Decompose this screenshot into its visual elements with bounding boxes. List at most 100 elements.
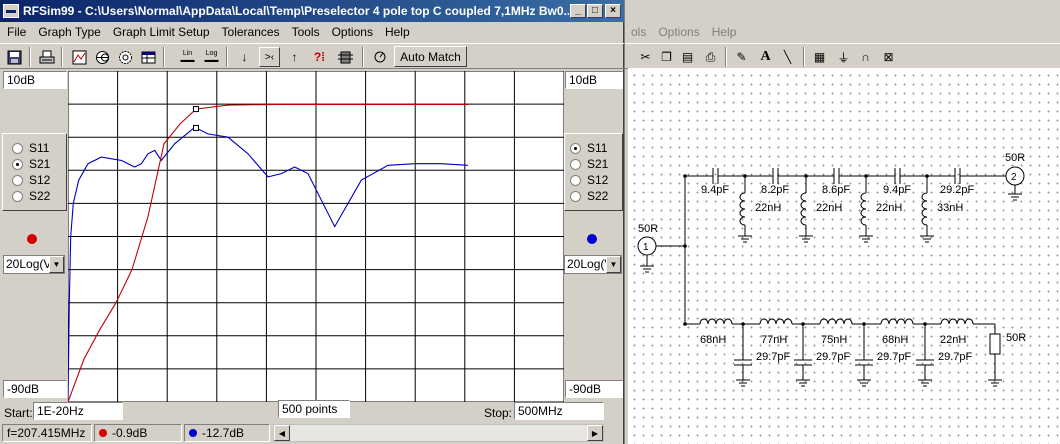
top-inductor-label: 22nH	[755, 202, 782, 214]
load-resistor-label: 50R	[1006, 332, 1027, 344]
menu-file[interactable]: File	[0, 25, 31, 39]
menu-help[interactable]: Help	[378, 25, 415, 39]
arrow-down-icon[interactable]: ↓	[234, 47, 255, 67]
right-radio-s21[interactable]: S21	[570, 157, 608, 171]
save-icon[interactable]	[4, 47, 25, 67]
port-in-label: 50R	[638, 223, 659, 235]
auto-match-button[interactable]: Auto Match	[394, 46, 467, 67]
scroll-left-icon[interactable]: ◀	[274, 425, 290, 441]
component-tool-icon[interactable]: ⊠	[878, 47, 899, 67]
minimize-button[interactable]: _	[570, 4, 586, 18]
menu-help-schematic[interactable]: Help	[706, 25, 743, 39]
cursor-marker	[193, 106, 199, 113]
menu-options-schematic[interactable]: Options	[652, 25, 705, 39]
log-scale-button[interactable]: Log ▬▬	[201, 47, 222, 67]
pen-icon[interactable]: ✎	[731, 47, 752, 67]
right-radio-s11[interactable]: S11	[570, 141, 607, 155]
stop-label: Stop:	[484, 406, 513, 420]
close-button[interactable]: ×	[605, 4, 621, 18]
right-trace-marker	[587, 234, 597, 244]
points-field[interactable]: 500 points	[278, 400, 350, 418]
series-inductor	[940, 318, 984, 325]
right-axis-bottom-field[interactable]: -90dB	[565, 380, 623, 398]
shunt-capacitor	[734, 324, 752, 387]
port-1-number: 1	[643, 242, 649, 253]
bottom-inductor-label: 68nH	[882, 334, 909, 346]
port-2-number: 2	[1011, 172, 1017, 183]
start-frequency-field[interactable]: 1E-20Hz	[33, 402, 123, 420]
shunt-inductor	[738, 176, 752, 243]
sparam-plot[interactable]	[68, 71, 564, 402]
top-inductor-label: 33nH	[937, 202, 964, 214]
right-axis-top-field[interactable]: 10dB	[565, 71, 623, 89]
status-red-readout: -0.9dB	[94, 424, 182, 442]
toolbar: Lin ▬▬ Log ▬▬ ↓ >‹ ↑ ?⁞	[0, 43, 624, 69]
left-axis-bottom-field[interactable]: -90dB	[3, 380, 67, 398]
horizontal-scrollbar[interactable]: ◀ ▶	[273, 424, 604, 442]
copy-icon[interactable]: ❐	[656, 47, 677, 67]
shunt-capacitor	[916, 324, 934, 387]
left-scale-select[interactable]: 20Log(V) ▼	[3, 255, 65, 274]
series-inductor	[759, 318, 820, 325]
shunt-inductor	[799, 176, 813, 243]
start-label: Start:	[4, 406, 33, 420]
title-bar[interactable]: RFSim99 - C:\Users\Normal\AppData\Local\…	[0, 0, 624, 22]
top-cap-label: 29.2pF	[940, 184, 975, 196]
menu-graph-type[interactable]: Graph Type	[31, 25, 105, 39]
left-radio-s21[interactable]: S21	[12, 157, 50, 171]
menu-tools[interactable]: Tools	[285, 25, 325, 39]
left-axis-top-field[interactable]: 10dB	[3, 71, 67, 89]
table-icon[interactable]	[138, 47, 159, 67]
right-sparam-group: S11 S21 S12 S22	[564, 133, 623, 211]
menu-graph-limit-setup[interactable]: Graph Limit Setup	[106, 25, 215, 39]
left-radio-s11[interactable]: S11	[12, 141, 49, 155]
bug-icon[interactable]	[335, 47, 356, 67]
polar-chart-icon[interactable]	[115, 47, 136, 67]
ground-tool-icon[interactable]: ⏚	[833, 47, 854, 67]
cursor-markers	[193, 106, 199, 131]
schematic-canvas[interactable]: 1 2 50R 50R 9.4pF 8.2pF 8.6pF 9.4pF 29.2…	[628, 68, 1060, 444]
left-radio-s22[interactable]: S22	[12, 189, 50, 203]
cursor-marker	[193, 124, 199, 131]
what-is-icon[interactable]: ?⁞	[309, 47, 330, 67]
tune-icon[interactable]	[369, 47, 390, 67]
bottom-cap-label: 29.7pF	[756, 351, 791, 363]
shunt-inductor	[920, 176, 934, 243]
shunt-capacitor	[855, 324, 873, 387]
status-bar: f=207.415MHz -0.9dB -12.7dB ◀ ▶	[0, 422, 624, 444]
right-radio-s12[interactable]: S12	[570, 173, 608, 187]
schematic-window: ols Options Help ✂ ❐ ▤ ⎙ ✎ A ╲ ▦ ⏚ ∩ ⊠ 1…	[625, 0, 1060, 444]
paste-icon[interactable]: ▤	[677, 47, 698, 67]
bottom-inductor-label: 77nH	[761, 334, 788, 346]
bottom-cap-label: 29.7pF	[938, 351, 973, 363]
status-frequency: f=207.415MHz	[2, 424, 92, 442]
top-cap-label: 8.2pF	[761, 184, 790, 196]
wire-icon[interactable]: ╲	[777, 47, 798, 67]
bottom-cap-label: 29.7pF	[816, 351, 851, 363]
coil-tool-icon[interactable]: ∩	[855, 47, 876, 67]
text-icon[interactable]: A	[755, 47, 776, 67]
print-icon[interactable]	[36, 47, 57, 67]
port-out-label: 50R	[1005, 152, 1026, 164]
maximize-button[interactable]: □	[587, 4, 603, 18]
right-scale-select[interactable]: 20Log(V) ▼	[564, 255, 622, 274]
zoom-in-icon[interactable]: >‹	[259, 47, 280, 67]
calculator-icon[interactable]: ▦	[809, 47, 830, 67]
print-icon[interactable]: ⎙	[700, 47, 721, 67]
menu-tolerances[interactable]: Tolerances	[215, 25, 285, 39]
rectangular-graph-icon[interactable]	[69, 47, 90, 67]
menu-options[interactable]: Options	[325, 25, 378, 39]
arrow-up-icon[interactable]: ↑	[284, 47, 305, 67]
scroll-right-icon[interactable]: ▶	[587, 425, 603, 441]
stop-frequency-field[interactable]: 500MHz	[514, 402, 604, 420]
smith-chart-icon[interactable]	[92, 47, 113, 67]
cut-icon[interactable]: ✂	[635, 47, 656, 67]
top-cap-label: 8.6pF	[822, 184, 851, 196]
menu-tools-partial[interactable]: ols	[625, 25, 652, 39]
lin-scale-button[interactable]: Lin ▬▬	[177, 47, 198, 67]
status-blue-readout: -12.7dB	[184, 424, 270, 442]
right-radio-s22[interactable]: S22	[570, 189, 608, 203]
left-radio-s12[interactable]: S12	[12, 173, 50, 187]
left-trace-marker	[27, 234, 37, 244]
bottom-inductor-label: 22nH	[940, 334, 967, 346]
